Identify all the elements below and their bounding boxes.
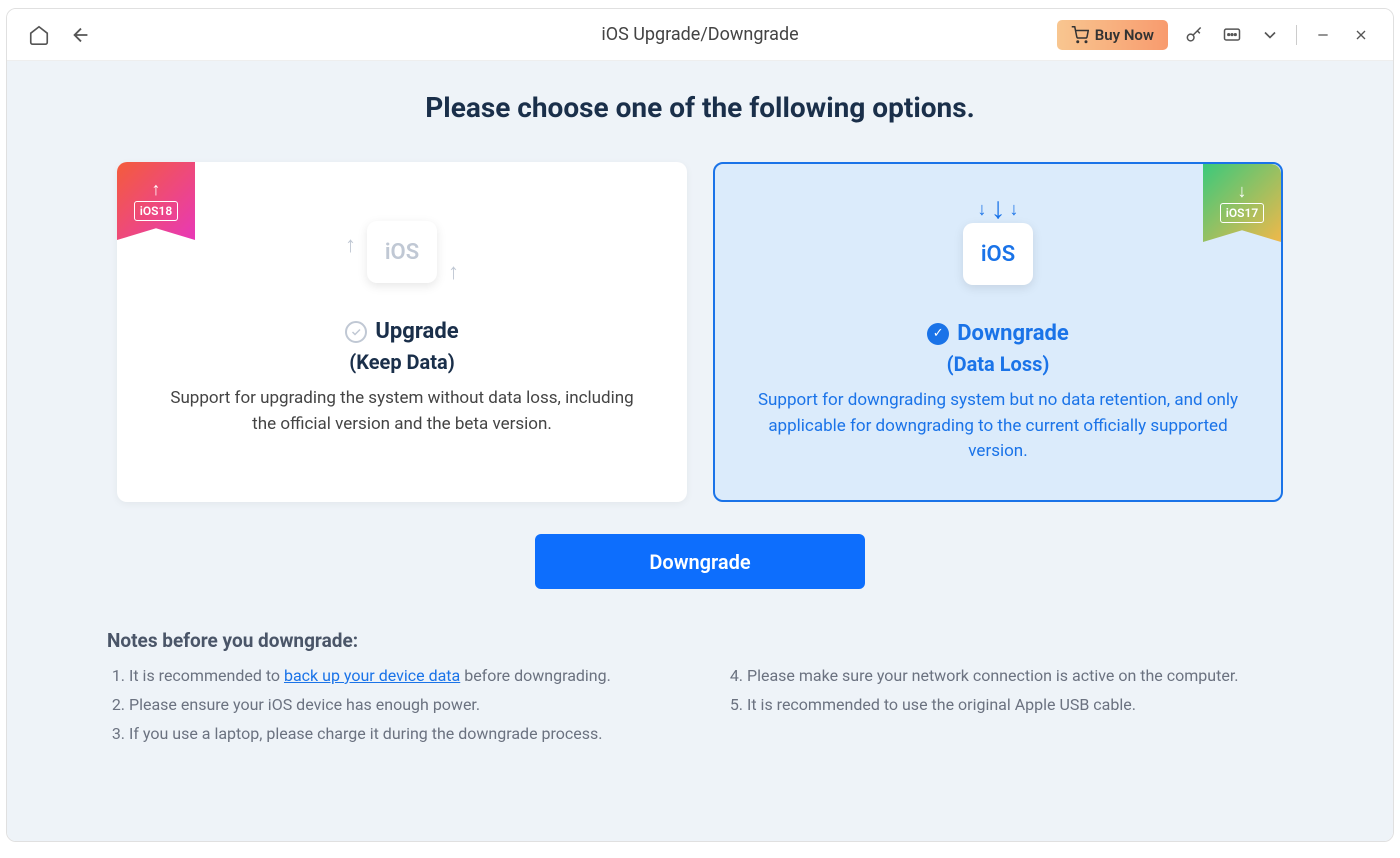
downgrade-illustration: ↓↓↓ iOS (933, 199, 1063, 309)
notes-list-left: It is recommended to back up your device… (107, 662, 675, 748)
downgrade-card[interactable]: ↓ iOS17 ↓↓↓ iOS ✓ Downgrade (Data Loss) … (713, 162, 1283, 502)
divider (1296, 25, 1297, 45)
key-icon[interactable] (1182, 23, 1206, 47)
arrow-up-icon: ↑ (448, 259, 459, 285)
arrow-down-icon: ↓ (1238, 183, 1247, 201)
note-item: Please make sure your network connection… (747, 662, 1293, 691)
note-item: It is recommended to use the original Ap… (747, 691, 1293, 720)
upgrade-illustration: ↑ iOS ↑ (337, 197, 467, 307)
arrow-down-icon: ↓↓↓ (978, 191, 1019, 226)
upgrade-card[interactable]: ↑ iOS18 ↑ iOS ↑ Upgrade (Keep Data) Supp… (117, 162, 687, 502)
downgrade-description: Support for downgrading system but no da… (755, 388, 1241, 465)
radio-unchecked-icon (345, 321, 367, 343)
chevron-down-icon[interactable] (1258, 23, 1282, 47)
minimize-icon[interactable] (1311, 23, 1335, 47)
heading: Please choose one of the following optio… (107, 91, 1293, 124)
downgrade-subtitle: (Data Loss) (947, 352, 1050, 376)
feedback-icon[interactable] (1220, 23, 1244, 47)
arrow-up-icon: ↑ (152, 181, 161, 199)
upgrade-subtitle: (Keep Data) (349, 350, 454, 374)
downgrade-title: Downgrade (957, 321, 1069, 346)
note-item: It is recommended to back up your device… (129, 662, 675, 691)
cart-icon (1071, 26, 1089, 44)
note-item: If you use a laptop, please charge it du… (129, 720, 675, 749)
back-icon[interactable] (69, 23, 93, 47)
option-cards: ↑ iOS18 ↑ iOS ↑ Upgrade (Keep Data) Supp… (107, 162, 1293, 502)
close-icon[interactable] (1349, 23, 1373, 47)
downgrade-button[interactable]: Downgrade (535, 534, 865, 589)
downgrade-ribbon: ↓ iOS17 (1203, 164, 1281, 242)
titlebar: iOS Upgrade/Downgrade Buy Now (7, 9, 1393, 61)
backup-link[interactable]: back up your device data (284, 666, 460, 685)
buy-now-button[interactable]: Buy Now (1057, 20, 1168, 50)
upgrade-description: Support for upgrading the system without… (157, 386, 647, 437)
arrow-up-icon: ↑ (345, 232, 356, 258)
main-content: Please choose one of the following optio… (7, 61, 1393, 841)
upgrade-title: Upgrade (375, 319, 458, 344)
home-icon[interactable] (27, 23, 51, 47)
upgrade-ribbon: ↑ iOS18 (117, 162, 195, 240)
notes-list-right: Please make sure your network connection… (725, 662, 1293, 720)
app-window: iOS Upgrade/Downgrade Buy Now (6, 8, 1394, 842)
notes-heading: Notes before you downgrade: (107, 629, 1293, 652)
note-item: Please ensure your iOS device has enough… (129, 691, 675, 720)
page-title: iOS Upgrade/Downgrade (601, 24, 798, 45)
notes-section: Notes before you downgrade: It is recomm… (107, 629, 1293, 748)
radio-checked-icon: ✓ (927, 323, 949, 345)
